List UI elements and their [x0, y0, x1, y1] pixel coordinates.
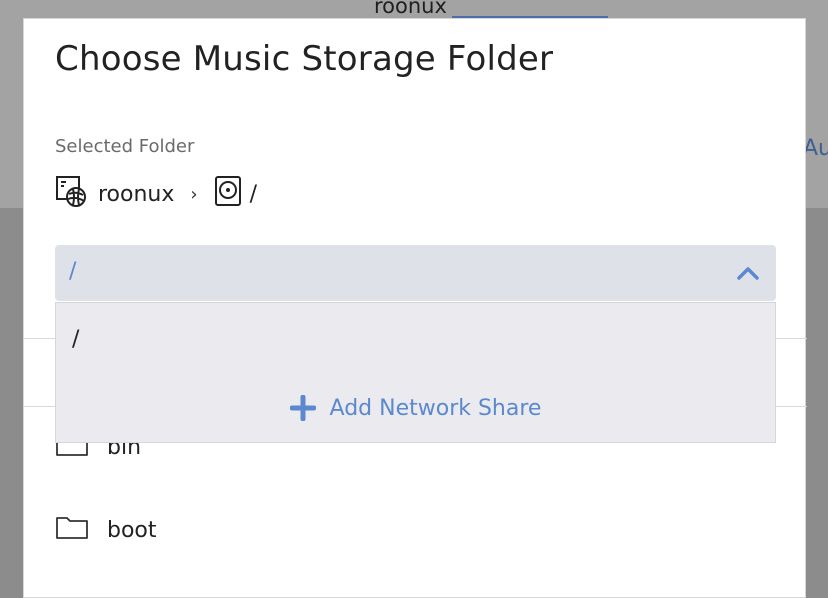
chevron-up-icon [736, 265, 760, 285]
choose-folder-dialog: Choose Music Storage Folder Selected Fol… [23, 18, 807, 598]
plus-icon [289, 395, 316, 421]
storage-location-select[interactable]: / [55, 245, 776, 301]
selected-folder-label: Selected Folder [55, 136, 195, 157]
select-current-value: / [69, 259, 77, 284]
breadcrumb: roonux › / [54, 176, 257, 212]
folder-name: boot [107, 517, 157, 543]
breadcrumb-label-root: / [249, 181, 258, 207]
list-item[interactable]: boot [55, 514, 157, 546]
breadcrumb-label-server: roonux [98, 181, 175, 207]
background-host-name: roonux [374, 0, 447, 18]
background-partial-text: Au [803, 136, 828, 161]
dialog-title: Choose Music Storage Folder [55, 39, 554, 79]
hard-drive-icon [214, 175, 242, 213]
dropdown-menu: / Add Network Share [55, 302, 776, 443]
dropdown-option-root[interactable]: / [72, 327, 79, 352]
breadcrumb-separator: › [190, 183, 198, 205]
breadcrumb-item-root[interactable]: / [214, 175, 257, 213]
add-network-share-button[interactable]: Add Network Share [56, 395, 775, 421]
folder-icon [55, 514, 89, 546]
breadcrumb-item-server[interactable]: roonux [54, 174, 174, 214]
roon-server-icon [54, 174, 90, 214]
add-network-share-label: Add Network Share [329, 395, 542, 421]
